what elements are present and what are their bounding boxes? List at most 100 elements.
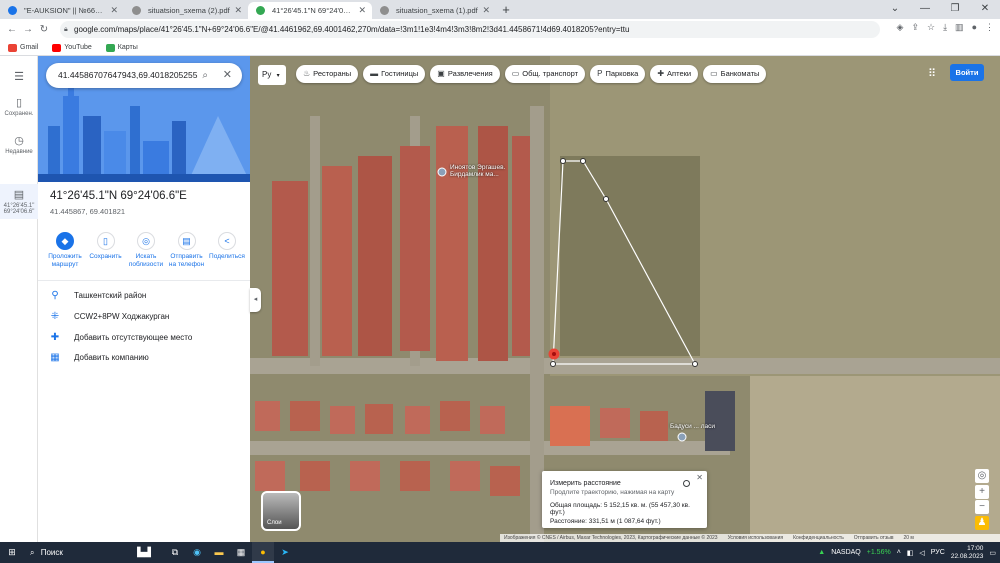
chip-transit[interactable]: ▭ Общ. транспорт (504, 65, 586, 83)
sign-in-button[interactable]: Войти (950, 64, 984, 81)
bookmark-label: Gmail (20, 44, 39, 51)
place-label-1[interactable]: Иноятов Эргашев. Бирдамлик ма... (450, 164, 520, 178)
back-button[interactable]: ← (4, 24, 20, 35)
chip-label: Общ. транспорт (522, 69, 579, 78)
download-icon[interactable]: ⤓ (943, 22, 947, 33)
bookmark-gmail[interactable]: Gmail (8, 43, 39, 52)
taskbar-widget-icon[interactable]: ▙▟ (124, 542, 164, 563)
chip-pharmacies[interactable]: ✚ Аптеки (650, 65, 699, 83)
tab-title: 41°26'45.1"N 69°24'06.6"E – Goo (272, 6, 366, 15)
chip-atms[interactable]: ▭ Банкоматы (703, 65, 767, 83)
bookmark-star-icon[interactable]: ☆ (927, 22, 935, 33)
maps-icon (105, 43, 115, 52)
chip-parking[interactable]: P Парковка (590, 65, 646, 83)
rail-saved-label: Сохранен. (4, 111, 34, 117)
menu-button[interactable]: ☰ (0, 70, 38, 85)
address-bar[interactable]: 🔒︎ google.com/maps/place/41°26'45.1"N+69… (60, 21, 880, 38)
map-attribution: Изображения © CNES / Airbus, Maxar Techn… (500, 534, 1000, 542)
edge-icon[interactable]: ◉ (186, 542, 208, 563)
minimize-button[interactable]: — (910, 0, 940, 18)
taskbar-search[interactable]: ⌕ Поиск (24, 542, 124, 563)
scale-label[interactable]: 20 м (903, 534, 913, 542)
chip-entertainment[interactable]: ▣ Развлечения (430, 65, 500, 83)
share-button[interactable]: < Поделиться (208, 232, 246, 269)
zoom-in-button[interactable]: + (975, 485, 989, 499)
stock-name[interactable]: NASDAQ (831, 549, 861, 556)
collapse-panel-button[interactable]: ◂ (250, 288, 261, 312)
place-actions: ◆ Проложить маршрут ▯ Сохранить ◎ Искать… (46, 232, 246, 269)
new-tab-button[interactable]: + (496, 2, 516, 19)
forward-button[interactable]: → (20, 24, 36, 35)
browser-tab-pdf2[interactable]: situatsion_sxema (2).pdf ✕ (124, 2, 248, 19)
windows-start-icon[interactable]: ⊞ (0, 547, 24, 558)
divider (38, 280, 250, 281)
chrome-icon[interactable]: ● (252, 542, 274, 563)
chip-hotels[interactable]: ▬ Гостиницы (363, 65, 426, 83)
save-button[interactable]: ▯ Сохранить (87, 232, 125, 269)
language-select[interactable]: Ру ▾ (258, 65, 286, 85)
layers-button[interactable]: Слои (261, 491, 301, 531)
browser-tab-pdf1[interactable]: situatsion_sxema (1).pdf ✕ (372, 2, 496, 19)
volume-icon[interactable]: ◁ (919, 549, 924, 557)
profile-avatar[interactable]: ● (972, 22, 977, 33)
send-to-phone-button[interactable]: ▤ Отправить на телефон (168, 232, 206, 269)
nearby-icon: ◎ (137, 232, 155, 250)
maximize-button[interactable]: ❐ (940, 0, 970, 18)
info-row-region[interactable]: ⚲ Ташкентский район (50, 288, 146, 302)
bookmark-youtube[interactable]: YouTube (52, 43, 92, 52)
rail-recent[interactable]: ◷ Недавние (0, 134, 38, 155)
close-icon[interactable]: ✕ (223, 63, 232, 88)
tab-close-icon[interactable]: ✕ (482, 2, 490, 19)
privacy-link[interactable]: Конфиденциальность (793, 534, 844, 542)
browser-tab-eauksion[interactable]: "E-AUKSION" || №6693645 - coo ✕ (0, 2, 124, 19)
satellite-map[interactable]: Иноятов Эргашев. Бирдамлик ма... Бадуси … (250, 56, 1000, 542)
clock-date: 22.08.2023 (950, 552, 984, 560)
browser-tab-maps[interactable]: 41°26'45.1"N 69°24'06.6"E – Goo ✕ (248, 2, 372, 19)
telegram-icon[interactable]: ➤ (274, 542, 296, 563)
rail-saved[interactable]: ▯ Сохранен. (0, 96, 38, 117)
file-explorer-icon[interactable]: ▬ (208, 542, 230, 563)
close-window-button[interactable]: ✕ (970, 0, 1000, 18)
tab-search-icon[interactable]: ⌄ (880, 0, 910, 18)
add-missing-place-link[interactable]: ✚ Добавить отсутствующее место (50, 330, 193, 344)
share-icon[interactable]: ⇪ (911, 22, 919, 33)
menu-kebab-icon[interactable]: ⋮ (985, 22, 994, 33)
input-language[interactable]: РУС (931, 549, 945, 556)
info-row-plus-code[interactable]: ⁜ CCW2+8PW Ходжакурган (50, 309, 170, 323)
tab-close-icon[interactable]: ✕ (234, 2, 242, 19)
close-icon[interactable]: ✕ (696, 473, 703, 482)
chip-label: Рестораны (313, 69, 352, 78)
tab-close-icon[interactable]: ✕ (358, 2, 366, 19)
stock-change[interactable]: +1.56% (867, 549, 891, 556)
nearby-button[interactable]: ◎ Искать поблизости (127, 232, 165, 269)
rail-current-place[interactable]: ▤ 41°26'45.1" 69°24'06.6" (0, 184, 38, 219)
google-apps-icon[interactable]: ⠿ (928, 67, 936, 80)
chevron-down-icon: ▾ (276, 73, 280, 79)
store-icon[interactable]: ▦ (230, 542, 252, 563)
reload-button[interactable]: ↻ (36, 24, 52, 35)
network-icon[interactable]: ◧ (907, 549, 914, 557)
google-lens-icon[interactable]: ◈ (897, 22, 904, 33)
pegman-icon[interactable]: ♟ (975, 516, 989, 530)
tab-close-icon[interactable]: ✕ (110, 2, 118, 19)
chip-restaurants[interactable]: ♨ Рестораны (296, 65, 359, 83)
my-location-button[interactable]: ◎ (975, 469, 989, 483)
restaurant-icon: ♨ (303, 69, 311, 78)
bookmark-maps[interactable]: Карты (105, 43, 138, 52)
task-view-icon[interactable]: ⧉ (164, 542, 186, 563)
hotel-icon: ▬ (370, 69, 379, 78)
notifications-icon[interactable]: ▭ (989, 549, 996, 557)
add-business-link[interactable]: ▦ Добавить компанию (50, 350, 149, 364)
side-panel-icon[interactable]: ▥ (955, 22, 964, 33)
hidden-icons-icon[interactable]: ˄ (897, 549, 901, 556)
search-input[interactable]: 41.44586707647943,69.4018205255 ⌕ ✕ (46, 63, 242, 88)
bookmark-icon: ▯ (15, 97, 23, 109)
zoom-out-button[interactable]: − (975, 500, 989, 514)
terms-link[interactable]: Условия использования (728, 534, 784, 542)
search-icon[interactable]: ⌕ (202, 63, 208, 88)
directions-button[interactable]: ◆ Проложить маршрут (46, 232, 84, 269)
clock[interactable]: 17:00 22.08.2023 (951, 545, 984, 561)
place-label-2[interactable]: Бадуси ... ласи (670, 423, 730, 430)
taskbar-search-label: Поиск (40, 548, 63, 557)
feedback-link[interactable]: Отправить отзыв (854, 534, 894, 542)
